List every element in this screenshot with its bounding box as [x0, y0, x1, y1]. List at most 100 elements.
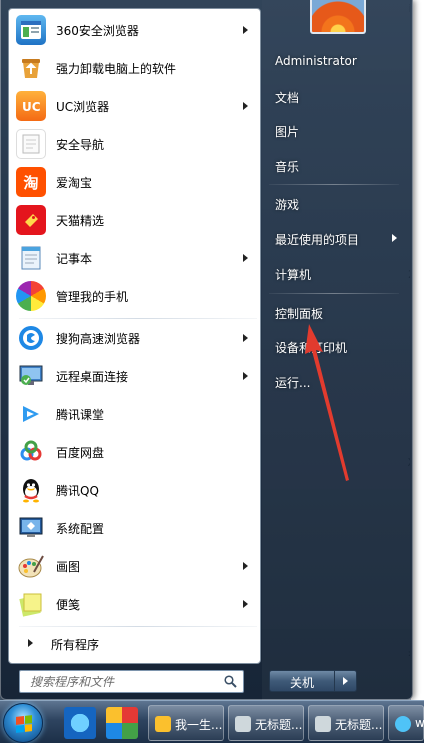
document-icon: [315, 716, 331, 732]
pictures-link[interactable]: 图片: [269, 115, 405, 145]
program-item-uninstaller[interactable]: 强力卸载电脑上的软件: [11, 50, 260, 87]
program-label: 百度网盘: [56, 446, 105, 460]
shutdown-options-button[interactable]: [335, 670, 357, 692]
program-item-remote-desktop[interactable]: 远程桌面连接: [11, 358, 260, 395]
search-box[interactable]: [19, 670, 244, 693]
right-item-label: 文档: [275, 91, 300, 105]
program-label: 远程桌面连接: [56, 370, 129, 384]
document-icon: [235, 716, 251, 732]
program-item-360-browser[interactable]: 360安全浏览器: [11, 12, 260, 49]
right-item-label: 图片: [275, 125, 300, 139]
program-item-baidu-netdisk[interactable]: 百度网盘: [11, 434, 260, 471]
annotation-arrow-icon: [305, 324, 349, 481]
programs-pane: 360安全浏览器 强力卸载电脑上的软件 UC UC浏览器 安全导航 淘 爱淘宝 …: [8, 8, 261, 664]
safe-nav-icon: [16, 129, 46, 159]
taskbar-window-button[interactable]: 无标题...: [308, 705, 384, 741]
taskbar-window-button[interactable]: 我一生...: [148, 705, 224, 741]
baidu-netdisk-icon: [16, 437, 46, 467]
submenu-arrow-icon: [243, 562, 248, 570]
tencent-classroom-icon: [16, 399, 46, 429]
right-item-label: 音乐: [275, 160, 300, 174]
start-button[interactable]: [3, 703, 43, 743]
music-link[interactable]: 音乐: [269, 150, 405, 180]
program-item-paint[interactable]: 画图: [11, 548, 260, 585]
shutdown-label: 关机: [289, 676, 314, 690]
arrow-right-icon: [28, 639, 33, 647]
tmall-icon: [16, 205, 46, 235]
search-icon[interactable]: [224, 675, 237, 688]
program-label: 安全导航: [56, 138, 105, 152]
all-programs-button[interactable]: 所有程序: [11, 628, 260, 658]
paint-icon: [16, 551, 46, 581]
submenu-arrow-icon: [243, 334, 248, 342]
documents-link[interactable]: 文档: [269, 81, 405, 111]
user-name-link[interactable]: Administrator: [269, 46, 405, 76]
program-label: 爱淘宝: [56, 176, 93, 190]
uninstaller-icon: [16, 53, 46, 83]
ie-icon[interactable]: [64, 707, 96, 739]
taskbar-button-label: 无标题...: [335, 718, 383, 732]
user-avatar[interactable]: [310, 0, 366, 34]
taskbar-window-button[interactable]: wi: [388, 705, 424, 741]
program-label: 天猫精选: [56, 214, 105, 228]
program-label: 腾讯课堂: [56, 408, 105, 422]
program-item-system-config[interactable]: 系统配置: [11, 510, 260, 547]
separator: [19, 318, 257, 319]
program-item-tmall[interactable]: 天猫精选: [11, 202, 260, 239]
games-link[interactable]: 游戏: [269, 188, 405, 218]
submenu-arrow-icon: [243, 26, 248, 34]
app-launcher-icon[interactable]: [106, 707, 138, 739]
submenu-arrow-icon: [243, 372, 248, 380]
program-item-sticky-notes[interactable]: 便笺: [11, 586, 260, 623]
sticky-notes-icon: [16, 589, 46, 619]
recent-items-link[interactable]: 最近使用的项目: [269, 223, 405, 253]
program-item-qq[interactable]: 腾讯QQ: [11, 472, 260, 509]
program-item-taobao[interactable]: 淘 爱淘宝: [11, 164, 260, 201]
remote-desktop-icon: [16, 361, 46, 391]
notepad-icon: [16, 243, 46, 273]
program-label: UC浏览器: [56, 100, 110, 114]
program-item-tencent-classroom[interactable]: 腾讯课堂: [11, 396, 260, 433]
taskbar-button-label: 无标题...: [255, 718, 303, 732]
right-item-label: Administrator: [275, 54, 357, 68]
separator: [269, 184, 399, 185]
taobao-icon: 淘: [16, 167, 46, 197]
taskbar-window-button[interactable]: 无标题...: [228, 705, 304, 741]
computer-link[interactable]: 计算机: [269, 258, 405, 288]
submenu-arrow-icon: [243, 102, 248, 110]
program-item-sogou-browser[interactable]: 搜狗高速浏览器: [11, 320, 260, 357]
program-item-uc-browser[interactable]: UC UC浏览器: [11, 88, 260, 125]
submenu-arrow-icon: [392, 234, 397, 242]
program-label: 便笺: [56, 598, 81, 612]
search-input[interactable]: [20, 671, 220, 692]
right-item-label: 计算机: [275, 268, 312, 282]
shutdown-button[interactable]: 关机: [269, 670, 335, 692]
taskbar-button-label: 我一生...: [175, 718, 223, 732]
windows-logo-icon: [16, 715, 32, 733]
right-item-label: 控制面板: [275, 307, 324, 321]
app-icon: [155, 716, 171, 732]
program-item-phone-manager[interactable]: 管理我的手机: [11, 278, 260, 315]
right-item-label: 游戏: [275, 198, 300, 212]
taskbar-button-label: wi: [415, 716, 424, 730]
svg-text:UC: UC: [22, 100, 41, 114]
start-menu: 360安全浏览器 强力卸载电脑上的软件 UC UC浏览器 安全导航 淘 爱淘宝 …: [0, 0, 413, 700]
submenu-arrow-icon: [243, 254, 248, 262]
program-label: 360安全浏览器: [56, 24, 139, 38]
sogou-browser-icon: [16, 323, 46, 353]
separator: [19, 626, 257, 627]
program-label: 强力卸载电脑上的软件: [56, 62, 177, 76]
all-programs-label: 所有程序: [51, 638, 100, 652]
separator: [269, 293, 399, 294]
app-icon: [395, 716, 411, 732]
qq-icon: [16, 475, 46, 505]
program-label: 记事本: [56, 252, 93, 266]
right-item-label: 最近使用的项目: [275, 233, 360, 247]
program-item-notepad[interactable]: 记事本: [11, 240, 260, 277]
program-label: 管理我的手机: [56, 290, 129, 304]
program-label: 系统配置: [56, 522, 105, 536]
program-item-safe-nav[interactable]: 安全导航: [11, 126, 260, 163]
phone-manager-icon: [16, 281, 46, 311]
submenu-arrow-icon: [243, 600, 248, 608]
uc-browser-icon: UC: [16, 91, 46, 121]
